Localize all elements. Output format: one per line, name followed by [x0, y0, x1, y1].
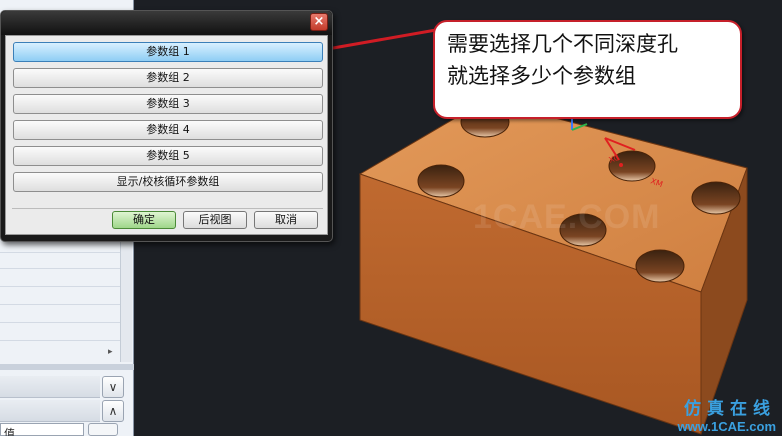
- dialog-divider: [12, 208, 323, 209]
- details-section-bar[interactable]: [0, 376, 100, 398]
- cancel-button[interactable]: 取消: [254, 211, 318, 229]
- logo-title: 仿真在线: [684, 399, 776, 419]
- logo-url: www.1CAE.com: [677, 419, 776, 434]
- param-group-3-button[interactable]: 参数组 3: [13, 94, 323, 114]
- loop-param-groups-button[interactable]: 显示/校核循环参数组: [13, 172, 323, 192]
- hole: [417, 164, 465, 198]
- value-label: 值: [4, 427, 15, 436]
- watermark-text: 1CAE.COM: [473, 198, 661, 236]
- ok-button[interactable]: 确定: [112, 211, 176, 229]
- panel-separator: [0, 364, 134, 370]
- collapse-up-icon[interactable]: ∧: [102, 400, 124, 422]
- close-icon[interactable]: ×: [310, 13, 328, 31]
- param-group-2-button[interactable]: 参数组 2: [13, 68, 323, 88]
- back-view-button[interactable]: 后视图: [183, 211, 247, 229]
- dialog-body: 参数组 1 参数组 2 参数组 3 参数组 4 参数组 5 显示/校核循环参数组…: [5, 35, 328, 235]
- navigator-scrollbar[interactable]: [120, 238, 132, 362]
- callout-line-2: 就选择多少个参数组: [447, 64, 636, 88]
- hole: [691, 181, 741, 215]
- dependencies-section-bar[interactable]: [0, 400, 100, 422]
- site-logo: 仿真在线 www.1CAE.com: [656, 394, 776, 434]
- param-group-4-button[interactable]: 参数组 4: [13, 120, 323, 140]
- dialog-title-bar[interactable]: ×: [1, 11, 332, 35]
- parameter-group-dialog: × 参数组 1 参数组 2 参数组 3 参数组 4 参数组 5 显示/校核循环参…: [0, 10, 333, 242]
- scroll-right-icon[interactable]: ▸: [108, 347, 113, 357]
- value-button[interactable]: [88, 423, 118, 436]
- annotation-callout: 需要选择几个不同深度孔 就选择多少个参数组: [433, 20, 742, 119]
- param-group-5-button[interactable]: 参数组 5: [13, 146, 323, 166]
- hole: [635, 249, 685, 283]
- param-group-1-button[interactable]: 参数组 1: [13, 42, 323, 62]
- callout-text: 需要选择几个不同深度孔 就选择多少个参数组: [447, 28, 678, 92]
- collapse-down-icon[interactable]: ∨: [102, 376, 124, 398]
- callout-line-1: 需要选择几个不同深度孔: [447, 32, 678, 56]
